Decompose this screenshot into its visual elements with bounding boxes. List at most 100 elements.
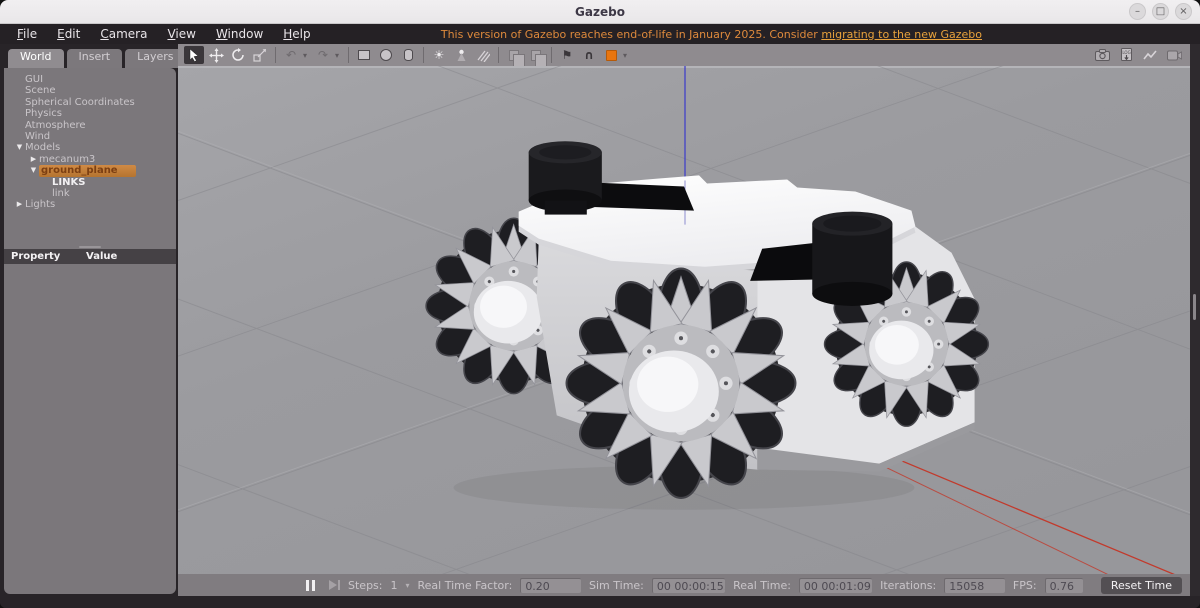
tree-item-models[interactable]: ▼Models [4,142,176,153]
view-angle-cube-icon [606,50,617,61]
panel-tabbar: World Insert Layers [4,46,176,68]
rtf-label: Real Time Factor: [418,579,513,592]
insert-cylinder-button[interactable] [398,46,418,64]
insert-sphere-button[interactable] [376,46,396,64]
align-button[interactable]: ⚑ [557,46,577,64]
steps-caret-icon[interactable]: ▾ [405,581,409,590]
gazebo-window: Gazebo – □ × File Edit Camera View Windo… [0,0,1200,608]
scale-tool-button[interactable] [250,46,270,64]
tree-item-links-header: LINKS [4,177,176,188]
expand-arrow-icon[interactable]: ▼ [14,142,25,153]
eol-migrate-link[interactable]: migrating to the new Gazebo [821,28,982,41]
tree-item-spherical-coordinates[interactable]: Spherical Coordinates [4,97,176,108]
steps-value[interactable]: 1 [390,579,397,592]
tab-world[interactable]: World [8,49,64,68]
reset-time-button[interactable]: Reset Time [1101,577,1182,594]
tree-item-gui[interactable]: GUI [4,74,176,85]
real-time-value: 00 00:01:09.969 [799,578,872,593]
toolbar-separator [423,47,424,63]
copy-button[interactable] [504,46,524,64]
collapse-arrow-icon[interactable]: ▶ [14,199,25,210]
tree-item-physics[interactable]: Physics [4,108,176,119]
step-icon-bar [338,580,340,590]
spot-light-button[interactable] [451,46,471,64]
screenshot-button[interactable] [1092,46,1112,64]
right-panel-splitter[interactable] [1190,44,1200,596]
log-record-button[interactable]: LOG [1116,46,1136,64]
tab-layers[interactable]: Layers [125,49,185,68]
rtf-value: 0.20 [520,578,581,593]
redo-icon: ↷ [318,49,328,61]
video-record-button[interactable] [1164,46,1184,64]
render-scene[interactable] [178,66,1190,574]
plot-button[interactable] [1140,46,1160,64]
tree-item-ground-plane[interactable]: ▼ground_plane [4,165,176,176]
insert-box-button[interactable] [354,46,374,64]
menu-help[interactable]: Help [274,24,319,44]
sphere-icon [380,49,392,61]
tree-item-lights[interactable]: ▶Lights [4,199,176,210]
tree-item-wind[interactable]: Wind [4,131,176,142]
tab-insert[interactable]: Insert [67,49,123,68]
time-panel: Steps: 1 ▾ Real Time Factor: 0.20 Sim Ti… [178,574,1190,596]
paste-button[interactable] [526,46,546,64]
tree-item-atmosphere[interactable]: Atmosphere [4,120,176,131]
sim-time-value: 00 00:00:15.056 [652,578,725,593]
undo-history-caret-icon[interactable]: ▾ [303,51,311,60]
menubar: File Edit Camera View Window Help This v… [0,24,1200,44]
magnet-icon: ∩ [584,49,594,61]
render-toolbar: ↶ ▾ ↷ ▾ ☀ ⚑ ∩ [178,44,1190,66]
toolbar-separator [551,47,552,63]
tree-item-link[interactable]: link [4,188,176,199]
undo-button[interactable]: ↶ [281,46,301,64]
tree-item-scene[interactable]: Scene [4,85,176,96]
pause-button[interactable] [306,580,315,591]
undo-icon: ↶ [286,49,296,61]
expand-arrow-icon[interactable]: ▼ [28,165,39,176]
cursor-icon [187,48,201,62]
redo-button[interactable]: ↷ [313,46,333,64]
close-button[interactable]: × [1175,3,1192,20]
camera-icon [1095,49,1110,61]
select-tool-button[interactable] [184,46,204,64]
restore-button[interactable]: □ [1152,3,1169,20]
rotate-tool-button[interactable] [228,46,248,64]
view-angle-caret-icon[interactable]: ▾ [623,51,631,60]
world-tree: GUI Scene Spherical Coordinates Physics … [4,68,176,244]
rotate-icon [231,48,245,62]
menu-file[interactable]: File [8,24,46,44]
redo-history-caret-icon[interactable]: ▾ [335,51,343,60]
directional-light-button[interactable] [473,46,493,64]
titlebar: Gazebo – □ × [0,0,1200,24]
sim-time-label: Sim Time: [589,579,644,592]
scale-icon [253,48,267,62]
splitter-grip[interactable] [1193,294,1196,320]
property-column-label: Property [4,251,86,262]
window-frame-bottom [0,596,1200,608]
box-icon [358,50,370,60]
align-flag-icon: ⚑ [562,49,573,61]
minimize-button[interactable]: – [1129,3,1146,20]
tree-item-mecanum3[interactable]: ▶mecanum3 [4,154,176,165]
eol-warning: This version of Gazebo reaches end-of-li… [441,28,1192,41]
menu-edit[interactable]: Edit [48,24,89,44]
plot-icon [1143,50,1158,61]
collapse-arrow-icon[interactable]: ▶ [28,154,39,165]
cylinder-icon [404,49,413,61]
iterations-value: 15058 [944,578,1005,593]
sun-icon: ☀ [434,49,445,61]
svg-text:LOG: LOG [1122,50,1130,55]
translate-tool-button[interactable] [206,46,226,64]
step-button[interactable] [329,580,340,590]
spot-light-icon [455,49,468,62]
snap-button[interactable]: ∩ [579,46,599,64]
menu-camera[interactable]: Camera [91,24,156,44]
left-panel: World Insert Layers GUI Scene Spherical … [0,44,178,596]
window-title: Gazebo [0,5,1200,19]
menu-window[interactable]: Window [207,24,272,44]
menu-view[interactable]: View [158,24,204,44]
value-column-label: Value [86,251,117,262]
view-angle-button[interactable] [601,46,621,64]
point-light-button[interactable]: ☀ [429,46,449,64]
step-icon [329,580,337,590]
